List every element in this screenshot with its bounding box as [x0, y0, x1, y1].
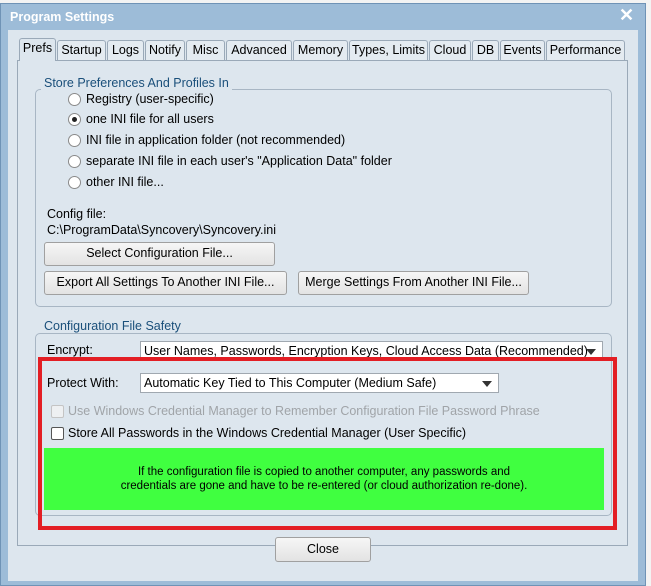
export-settings-button[interactable]: Export All Settings To Another INI File.…	[44, 271, 287, 295]
tab-performance[interactable]: Performance	[546, 40, 625, 60]
radio-app-folder-ini-label: INI file in application folder (not reco…	[86, 133, 346, 147]
chevron-down-icon	[586, 349, 596, 355]
dialog-title: Program Settings	[10, 10, 115, 24]
store-passwords-checkbox[interactable]	[51, 427, 64, 440]
close-button[interactable]: Close	[275, 537, 371, 562]
radio-other-ini[interactable]	[68, 176, 81, 189]
close-x-icon[interactable]: ✕	[619, 5, 634, 26]
radio-registry[interactable]	[68, 93, 81, 106]
radio-separate-ini[interactable]	[68, 155, 81, 168]
config-file-path: C:\ProgramData\Syncovery\Syncovery.ini	[47, 223, 277, 237]
safety-group-title: Configuration File Safety	[41, 319, 184, 333]
cred-phrase-label: Use Windows Credential Manager to Rememb…	[68, 404, 540, 418]
chevron-down-icon	[482, 381, 492, 387]
tab-advanced[interactable]: Advanced	[226, 40, 292, 60]
info-line-2: credentials are gone and have to be re-e…	[120, 480, 528, 492]
protect-with-label: Protect With:	[47, 376, 119, 390]
radio-one-ini[interactable]	[68, 113, 81, 126]
tab-memory[interactable]: Memory	[293, 40, 348, 60]
radio-registry-label: Registry (user-specific)	[86, 92, 214, 106]
protect-with-dropdown[interactable]: Automatic Key Tied to This Computer (Med…	[140, 373, 499, 393]
store-passwords-label: Store All Passwords in the Windows Crede…	[68, 426, 467, 440]
radio-one-ini-label: one INI file for all users	[86, 112, 214, 126]
tab-logs[interactable]: Logs	[107, 40, 144, 60]
tab-prefs[interactable]: Prefs	[19, 38, 56, 61]
config-file-label: Config file:	[47, 207, 107, 221]
encrypt-label: Encrypt:	[47, 343, 93, 357]
select-config-file-button[interactable]: Select Configuration File...	[44, 242, 275, 266]
store-group-title: Store Preferences And Profiles In	[41, 76, 232, 90]
tab-notify[interactable]: Notify	[145, 40, 185, 60]
tab-types-limits[interactable]: Types, Limits	[349, 40, 428, 60]
info-box: If the configuration file is copied to a…	[44, 448, 604, 510]
protect-with-value: Automatic Key Tied to This Computer (Med…	[144, 376, 437, 390]
tab-events[interactable]: Events	[500, 40, 545, 60]
radio-app-folder-ini[interactable]	[68, 134, 81, 147]
radio-other-ini-label: other INI file...	[86, 175, 164, 189]
merge-settings-button[interactable]: Merge Settings From Another INI File...	[298, 271, 529, 295]
tab-startup[interactable]: Startup	[57, 40, 106, 60]
tab-misc[interactable]: Misc	[186, 40, 225, 60]
cred-phrase-checkbox[interactable]	[51, 405, 64, 418]
radio-separate-ini-label: separate INI file in each user's "Applic…	[86, 154, 392, 168]
encrypt-value: User Names, Passwords, Encryption Keys, …	[144, 344, 588, 358]
tab-db[interactable]: DB	[472, 40, 499, 60]
info-line-1: If the configuration file is copied to a…	[137, 466, 511, 478]
title-bar[interactable]: Program Settings ✕	[1, 4, 645, 30]
tab-cloud[interactable]: Cloud	[429, 40, 471, 60]
